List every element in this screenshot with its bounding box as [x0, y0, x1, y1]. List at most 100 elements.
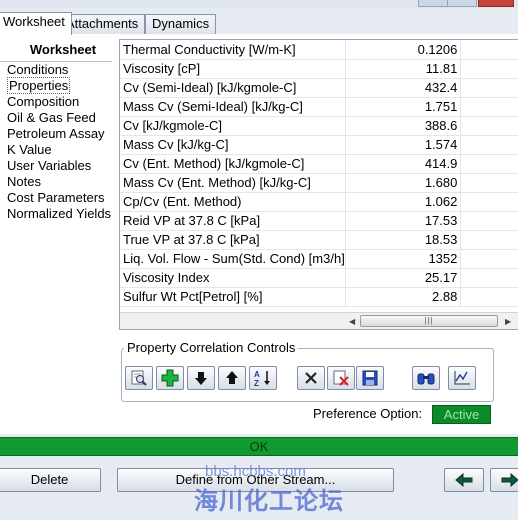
move-down-button[interactable] — [187, 366, 215, 390]
scroll-right-icon[interactable]: ▶ — [505, 317, 511, 326]
empty-cell — [460, 173, 518, 193]
find-button[interactable] — [412, 366, 440, 390]
empty-cell — [460, 97, 518, 117]
tab-attachments[interactable]: Attachments — [59, 14, 146, 34]
table-row[interactable]: Mass Cv (Ent. Method) [kJ/kg-C] 1.680 — [120, 173, 518, 193]
property-value[interactable]: 18.53 — [345, 230, 462, 250]
table-row[interactable]: Viscosity [cP] 11.81 — [120, 59, 518, 79]
maximize-button[interactable] — [447, 0, 477, 7]
table-row[interactable]: Mass Cv (Semi-Ideal) [kJ/kg-C] 1.751 — [120, 97, 518, 117]
delete-all-button[interactable] — [327, 366, 355, 390]
property-label: True VP at 37.8 C [kPa] — [120, 230, 346, 250]
property-value[interactable]: 1.062 — [345, 192, 462, 212]
nav-item-k-value[interactable]: K Value — [0, 142, 112, 158]
svg-text:Z: Z — [254, 379, 259, 387]
property-label: Mass Cv (Ent. Method) [kJ/kg-C] — [120, 173, 346, 193]
table-row[interactable]: True VP at 37.8 C [kPa] 18.53 — [120, 230, 518, 250]
empty-cell — [460, 59, 518, 79]
view-correlation-button[interactable] — [125, 366, 153, 390]
property-value[interactable]: 0.1206 — [345, 40, 462, 60]
add-correlation-button[interactable] — [156, 366, 184, 390]
property-label: Viscosity [cP] — [120, 59, 346, 79]
property-value[interactable]: 11.81 — [345, 59, 462, 79]
delete-correlation-button[interactable] — [297, 366, 325, 390]
table-row[interactable]: Cp/Cv (Ent. Method) 1.062 — [120, 192, 518, 212]
nav-item-normalized-yields[interactable]: Normalized Yields — [0, 206, 112, 222]
properties-table: Thermal Conductivity [W/m-K] 0.1206 Visco… — [120, 40, 518, 307]
property-value[interactable]: 1.751 — [345, 97, 462, 117]
nav-title: Worksheet — [29, 42, 97, 57]
property-value[interactable]: 1352 — [345, 249, 462, 269]
nav-item-user-variables[interactable]: User Variables — [0, 158, 112, 174]
sort-button[interactable]: A Z — [249, 366, 277, 390]
property-label: Cv [kJ/kgmole-C] — [120, 116, 346, 136]
preference-option-label: Preference Option: — [313, 406, 423, 421]
sort-az-icon: A Z — [254, 370, 270, 387]
empty-cell — [460, 154, 518, 174]
table-row[interactable]: Mass Cv [kJ/kg-C] 1.574 — [120, 135, 518, 155]
table-row[interactable]: Cv (Ent. Method) [kJ/kgmole-C] 414.9 — [120, 154, 518, 174]
watermark-text: 海川化工论坛 — [194, 488, 344, 515]
nav-item-composition[interactable]: Composition — [0, 94, 112, 110]
property-label: Liq. Vol. Flow - Sum(Std. Cond) [m3/h] — [120, 249, 346, 269]
preference-option-value[interactable]: Active — [432, 405, 491, 424]
nav-item-properties[interactable]: Properties — [0, 77, 112, 94]
empty-cell — [460, 78, 518, 98]
table-row[interactable]: Sulfur Wt Pct[Petrol] [%] 2.88 — [120, 287, 518, 307]
plus-icon — [161, 369, 179, 387]
scroll-left-icon[interactable]: ◀ — [349, 317, 355, 326]
delete-document-icon — [333, 370, 349, 386]
nav-item-conditions[interactable]: Conditions — [0, 62, 112, 78]
nav-item-oil-gas-feed[interactable]: Oil & Gas Feed — [0, 110, 112, 126]
property-value[interactable]: 432.4 — [345, 78, 462, 98]
property-value[interactable]: 1.574 — [345, 135, 462, 155]
property-label: Thermal Conductivity [W/m-K] — [120, 40, 346, 60]
close-button[interactable] — [478, 0, 514, 7]
property-value[interactable]: 17.53 — [345, 211, 462, 231]
worksheet-nav: Worksheet Conditions Properties Composit… — [0, 40, 112, 222]
table-row[interactable]: Reid VP at 37.8 C [kPa] 17.53 — [120, 211, 518, 231]
minimize-button[interactable] — [418, 0, 448, 7]
property-label: Viscosity Index — [120, 268, 346, 288]
property-label: Cp/Cv (Ent. Method) — [120, 192, 346, 212]
next-stream-button[interactable] — [490, 468, 518, 492]
properties-grid: Thermal Conductivity [W/m-K] 0.1206 Visco… — [119, 39, 518, 330]
table-row[interactable]: Thermal Conductivity [W/m-K] 0.1206 — [120, 40, 518, 60]
property-value[interactable]: 388.6 — [345, 116, 462, 136]
nav-item-petroleum-assay[interactable]: Petroleum Assay — [0, 126, 112, 142]
property-correlation-title: Property Correlation Controls — [124, 340, 299, 356]
property-label: Cv (Ent. Method) [kJ/kgmole-C] — [120, 154, 346, 174]
previous-stream-button[interactable] — [444, 468, 484, 492]
empty-cell — [460, 135, 518, 155]
scrollbar-thumb[interactable]: ||| — [360, 315, 498, 327]
property-value[interactable]: 2.88 — [345, 287, 462, 307]
empty-cell — [460, 287, 518, 307]
property-value[interactable]: 1.680 — [345, 173, 462, 193]
move-up-button[interactable] — [218, 366, 246, 390]
nav-item-cost-parameters[interactable]: Cost Parameters — [0, 190, 112, 206]
property-value[interactable]: 414.9 — [345, 154, 462, 174]
empty-cell — [460, 192, 518, 212]
property-value[interactable]: 25.17 — [345, 268, 462, 288]
tab-dynamics[interactable]: Dynamics — [145, 14, 217, 34]
horizontal-scrollbar[interactable]: ◀ ||| ▶ — [120, 312, 518, 329]
arrow-right-icon — [501, 472, 518, 488]
tab-worksheet[interactable]: Worksheet — [0, 12, 72, 35]
table-row[interactable]: Cv [kJ/kgmole-C] 388.6 — [120, 116, 518, 136]
arrow-up-icon — [226, 371, 238, 384]
nav-item-notes[interactable]: Notes — [0, 174, 112, 190]
plot-button[interactable] — [448, 366, 476, 390]
property-label: Mass Cv (Semi-Ideal) [kJ/kg-C] — [120, 97, 346, 117]
property-label: Reid VP at 37.8 C [kPa] — [120, 211, 346, 231]
nav-list: Conditions Properties Composition Oil & … — [0, 61, 112, 222]
empty-cell — [460, 40, 518, 60]
empty-cell — [460, 249, 518, 269]
table-row[interactable]: Liq. Vol. Flow - Sum(Std. Cond) [m3/h] 13… — [120, 249, 518, 269]
save-button[interactable] — [356, 366, 384, 390]
arrow-down-icon — [195, 372, 207, 385]
property-label: Mass Cv [kJ/kg-C] — [120, 135, 346, 155]
table-row[interactable]: Cv (Semi-Ideal) [kJ/kgmole-C] 432.4 — [120, 78, 518, 98]
empty-cell — [460, 116, 518, 136]
delete-button[interactable]: Delete — [0, 468, 101, 492]
table-row[interactable]: Viscosity Index 25.17 — [120, 268, 518, 288]
